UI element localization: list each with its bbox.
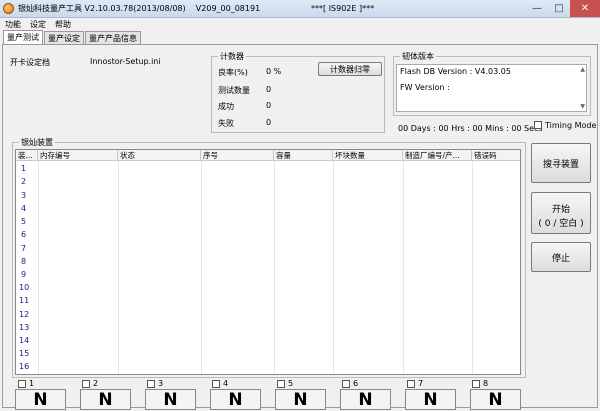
port-3-checkbox[interactable] <box>147 380 155 388</box>
app-icon <box>3 3 14 14</box>
device-group-title: 银灿装置 <box>19 137 55 148</box>
port-2-label: 2 <box>93 379 99 388</box>
start-label: 开始 <box>551 205 570 215</box>
yield-label: 良率(%) <box>218 68 248 77</box>
device-table: 装... 内存编号 状态 序号 容量 坏块数量 制造厂编号/产... 错误码 1… <box>15 149 521 375</box>
col-serial[interactable]: 序号 <box>201 150 274 161</box>
port-8-status: N <box>470 389 521 410</box>
start-progress: ( 0 / 空白 ) <box>538 219 584 229</box>
table-row[interactable]: 15 <box>19 349 29 358</box>
table-row[interactable]: 9 <box>21 270 26 279</box>
port-3-label: 3 <box>158 379 164 388</box>
port-2-checkbox[interactable] <box>82 380 90 388</box>
table-row[interactable]: 12 <box>19 310 29 319</box>
close-button[interactable]: ✕ <box>570 0 600 17</box>
port-6-checkbox[interactable] <box>342 380 350 388</box>
success-value: 0 <box>266 101 272 110</box>
col-vendor-id[interactable]: 制造厂编号/产... <box>403 150 472 161</box>
port-7-checkbox[interactable] <box>407 380 415 388</box>
table-row[interactable]: 3 <box>21 191 26 200</box>
table-header: 装... 内存编号 状态 序号 容量 坏块数量 制造厂编号/产... 错误码 <box>16 150 520 161</box>
timing-mode-checkbox[interactable] <box>534 121 542 129</box>
fail-label: 失败 <box>218 119 234 128</box>
col-bad-blocks[interactable]: 坏块数量 <box>333 150 403 161</box>
minimize-button[interactable]: — <box>526 0 548 17</box>
port-4-label: 4 <box>223 379 229 388</box>
start-button[interactable]: 开始 ( 0 / 空白 ) <box>531 192 591 234</box>
maximize-button[interactable]: □ <box>548 0 570 17</box>
port-4-status: N <box>210 389 261 410</box>
col-capacity[interactable]: 容量 <box>274 150 333 161</box>
table-row[interactable]: 4 <box>21 204 26 213</box>
port-5-label: 5 <box>288 379 294 388</box>
tab-production-test[interactable]: 量产测试 <box>3 30 43 44</box>
tab-production-settings[interactable]: 量产设定 <box>44 31 84 44</box>
menu-settings[interactable]: 设定 <box>30 19 46 30</box>
table-row[interactable]: 13 <box>19 323 29 332</box>
port-4-checkbox[interactable] <box>212 380 220 388</box>
port-5-status: N <box>275 389 326 410</box>
flash-db-version: Flash DB Version : V4.03.05 <box>400 67 511 76</box>
port-1-checkbox[interactable] <box>18 380 26 388</box>
port-6-label: 6 <box>353 379 359 388</box>
firmware-info-box: Flash DB Version : V4.03.05 FW Version :… <box>396 64 587 112</box>
table-row[interactable]: 10 <box>19 283 29 292</box>
scroll-down-icon[interactable]: ▼ <box>580 103 585 110</box>
fail-value: 0 <box>266 118 272 127</box>
reset-counter-button[interactable]: 计数器归零 <box>318 62 382 76</box>
table-row[interactable]: 14 <box>19 336 29 345</box>
scroll-up-icon[interactable]: ▲ <box>580 66 585 73</box>
port-5-checkbox[interactable] <box>277 380 285 388</box>
port-1-label: 1 <box>29 379 35 388</box>
table-row[interactable]: 1 <box>21 164 26 173</box>
port-2-status: N <box>80 389 131 410</box>
table-row[interactable]: 16 <box>19 362 29 371</box>
success-label: 成功 <box>218 102 234 111</box>
port-6-status: N <box>340 389 391 410</box>
menu-function[interactable]: 功能 <box>5 19 21 30</box>
port-3-status: N <box>145 389 196 410</box>
table-row[interactable]: 8 <box>21 257 26 266</box>
fw-version: FW Version : <box>400 83 450 92</box>
table-row[interactable]: 7 <box>21 244 26 253</box>
port-7-status: N <box>405 389 456 410</box>
settings-label: 开卡设定档 <box>10 58 50 67</box>
col-device[interactable]: 装... <box>16 150 38 161</box>
table-row[interactable]: 5 <box>21 217 26 226</box>
col-memory-id[interactable]: 内存编号 <box>38 150 118 161</box>
port-1-status: N <box>15 389 66 410</box>
table-row[interactable]: 11 <box>19 296 29 305</box>
stop-button[interactable]: 停止 <box>531 242 591 272</box>
col-status[interactable]: 状态 <box>118 150 201 161</box>
tab-production-info[interactable]: 量产产品信息 <box>85 31 141 44</box>
test-count-value: 0 <box>266 85 272 94</box>
timing-mode-label: Timing Mode <box>545 121 597 130</box>
elapsed-timer: 00 Days : 00 Hrs : 00 Mins : 00 Secs <box>398 124 543 133</box>
menu-help[interactable]: 帮助 <box>55 19 71 30</box>
port-7-label: 7 <box>418 379 424 388</box>
firmware-title: 韧体版本 <box>400 51 436 62</box>
port-8-checkbox[interactable] <box>472 380 480 388</box>
settings-file: Innostor-Setup.ini <box>90 57 161 66</box>
table-row[interactable]: 6 <box>21 230 26 239</box>
title-bar[interactable]: 银灿科技量产工具 V2.10.03.78(2013/08/08) V209_00… <box>0 0 600 18</box>
table-row[interactable]: 2 <box>21 177 26 186</box>
test-count-label: 测试数量 <box>218 86 250 95</box>
port-8-label: 8 <box>483 379 489 388</box>
counter-title: 计数器 <box>218 51 246 62</box>
menu-bar: 功能 设定 帮助 <box>0 18 600 31</box>
window-title: 银灿科技量产工具 V2.10.03.78(2013/08/08) V209_00… <box>18 4 375 13</box>
yield-value: 0 % <box>266 67 282 76</box>
search-device-button[interactable]: 搜寻装置 <box>531 143 591 183</box>
col-error-code[interactable]: 错误码 <box>472 150 520 161</box>
